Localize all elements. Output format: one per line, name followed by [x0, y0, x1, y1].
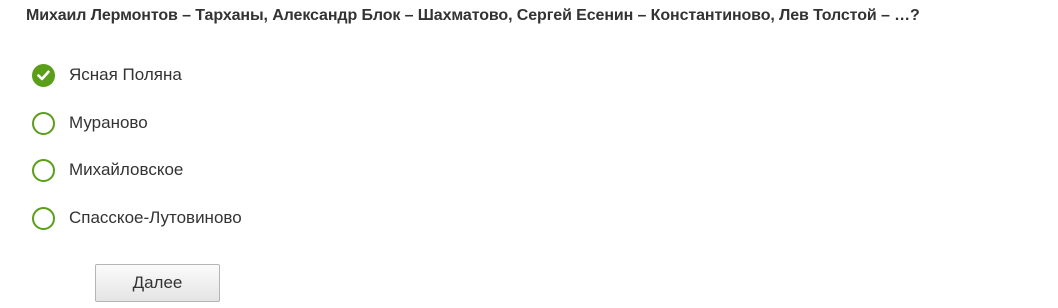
answer-options: Ясная Поляна Мураново Михайловское Спасс… — [32, 62, 242, 252]
next-button[interactable]: Далее — [95, 264, 220, 302]
radio-circle-icon[interactable] — [32, 111, 55, 135]
option-label: Михайловское — [69, 160, 184, 179]
option-label: Мураново — [69, 112, 148, 132]
option-label: Спасское-Лутовиново — [69, 207, 242, 227]
option-muranovo[interactable]: Мураново — [32, 110, 242, 158]
question-text: Михаил Лермонтов – Тарханы, Александр Бл… — [26, 7, 920, 24]
option-label: Ясная Поляна — [69, 65, 182, 84]
option-yasnaya-polyana[interactable]: Ясная Поляна — [32, 62, 242, 110]
option-spasskoye-lutovinovo[interactable]: Спасское-Лутовиново — [32, 205, 242, 253]
radio-circle-icon[interactable] — [32, 159, 55, 182]
check-icon — [37, 70, 50, 81]
radio-selected-icon[interactable] — [32, 64, 55, 87]
radio-circle-icon[interactable] — [32, 206, 55, 230]
option-mikhailovskoye[interactable]: Михайловское — [32, 157, 242, 205]
quiz-panel: Михаил Лермонтов – Тарханы, Александр Бл… — [0, 0, 1058, 308]
